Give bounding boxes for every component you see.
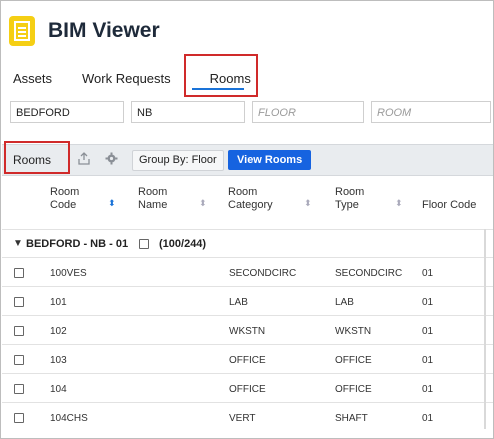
room-category: OFFICE xyxy=(229,384,266,395)
table-row[interactable]: 101 LAB LAB 01 xyxy=(2,286,493,316)
room-type: OFFICE xyxy=(335,355,372,366)
room-type: SHAFT xyxy=(335,413,368,424)
column-floor-code[interactable]: Floor Code xyxy=(422,199,476,212)
table-row[interactable]: 102 WKSTN WKSTN 01 xyxy=(2,315,493,345)
table-row[interactable]: 103 OFFICE OFFICE 01 xyxy=(2,344,493,374)
room-type: OFFICE xyxy=(335,384,372,395)
room-code: 100VES xyxy=(50,268,87,279)
sort-active-icon[interactable]: ⬍ xyxy=(108,198,116,209)
sort-icon[interactable]: ⬍ xyxy=(395,198,403,209)
room-code: 101 xyxy=(50,297,67,308)
view-rooms-button[interactable]: View Rooms xyxy=(228,150,312,170)
app-header: BIM Viewer xyxy=(9,14,160,48)
group-by-button[interactable]: Group By: Floor xyxy=(132,150,224,171)
gear-icon[interactable] xyxy=(104,152,118,166)
app-title: BIM Viewer xyxy=(48,19,160,42)
table-row[interactable]: 104CHS VERT SHAFT 01 xyxy=(2,402,493,432)
room-code: 102 xyxy=(50,326,67,337)
floor-code: 01 xyxy=(422,297,434,308)
row-checkbox[interactable] xyxy=(14,326,24,336)
column-room-category[interactable]: Room Category xyxy=(228,186,273,212)
floor-filter[interactable]: FLOOR xyxy=(252,101,364,123)
group-label: BEDFORD - NB - 01 xyxy=(26,238,129,250)
room-category: SECONDCIRC xyxy=(229,268,297,279)
group-checkbox[interactable] xyxy=(139,239,149,249)
room-type: WKSTN xyxy=(335,326,372,337)
table-row[interactable]: 100VES SECONDCIRC SECONDCIRC 01 xyxy=(2,257,493,287)
room-category: WKSTN xyxy=(229,326,266,337)
room-category: OFFICE xyxy=(229,355,266,366)
room-code: 104 xyxy=(50,384,67,395)
room-code: 103 xyxy=(50,355,67,366)
table-row[interactable]: 104 OFFICE OFFICE 01 xyxy=(2,373,493,403)
tab-assets[interactable]: Assets xyxy=(13,71,52,86)
site-filter[interactable]: BEDFORD xyxy=(10,101,124,123)
rooms-label-highlight xyxy=(4,141,70,174)
room-category: VERT xyxy=(229,413,256,424)
sort-icon[interactable]: ⬍ xyxy=(304,198,312,209)
export-icon[interactable] xyxy=(77,152,91,166)
floor-code: 01 xyxy=(422,384,434,395)
building-filter[interactable]: NB xyxy=(131,101,245,123)
chevron-down-icon[interactable]: ▼ xyxy=(13,238,23,249)
active-tab-underline xyxy=(192,88,244,90)
rooms-tab-highlight xyxy=(184,54,258,97)
app-window: BIM Viewer Assets Work Requests Rooms BE… xyxy=(0,0,494,439)
room-filter[interactable]: ROOM xyxy=(371,101,491,123)
scrollbar[interactable] xyxy=(484,229,486,429)
room-code: 104CHS xyxy=(50,413,88,424)
room-category: LAB xyxy=(229,297,248,308)
group-header-row[interactable]: ▼ BEDFORD - NB - 01 (100/244) xyxy=(2,229,493,258)
document-icon xyxy=(9,16,35,46)
row-checkbox[interactable] xyxy=(14,268,24,278)
column-room-name[interactable]: Room Name xyxy=(138,186,167,212)
row-checkbox[interactable] xyxy=(14,355,24,365)
table-header: Room Code ⬍ Room Name ⬍ Room Category ⬍ Roo… xyxy=(2,176,493,228)
floor-code: 01 xyxy=(422,326,434,337)
floor-code: 01 xyxy=(422,355,434,366)
column-room-type[interactable]: Room Type xyxy=(335,186,364,212)
row-checkbox[interactable] xyxy=(14,297,24,307)
row-checkbox[interactable] xyxy=(14,384,24,394)
floor-code: 01 xyxy=(422,268,434,279)
group-count: (100/244) xyxy=(159,238,207,250)
sort-icon[interactable]: ⬍ xyxy=(199,198,207,209)
room-type: LAB xyxy=(335,297,354,308)
column-room-code[interactable]: Room Code xyxy=(50,186,79,212)
room-type: SECONDCIRC xyxy=(335,268,403,279)
row-checkbox[interactable] xyxy=(14,413,24,423)
rooms-toolbar: Rooms Group By: Floor View Rooms xyxy=(2,144,493,176)
tab-work-requests[interactable]: Work Requests xyxy=(82,71,171,86)
floor-code: 01 xyxy=(422,413,434,424)
